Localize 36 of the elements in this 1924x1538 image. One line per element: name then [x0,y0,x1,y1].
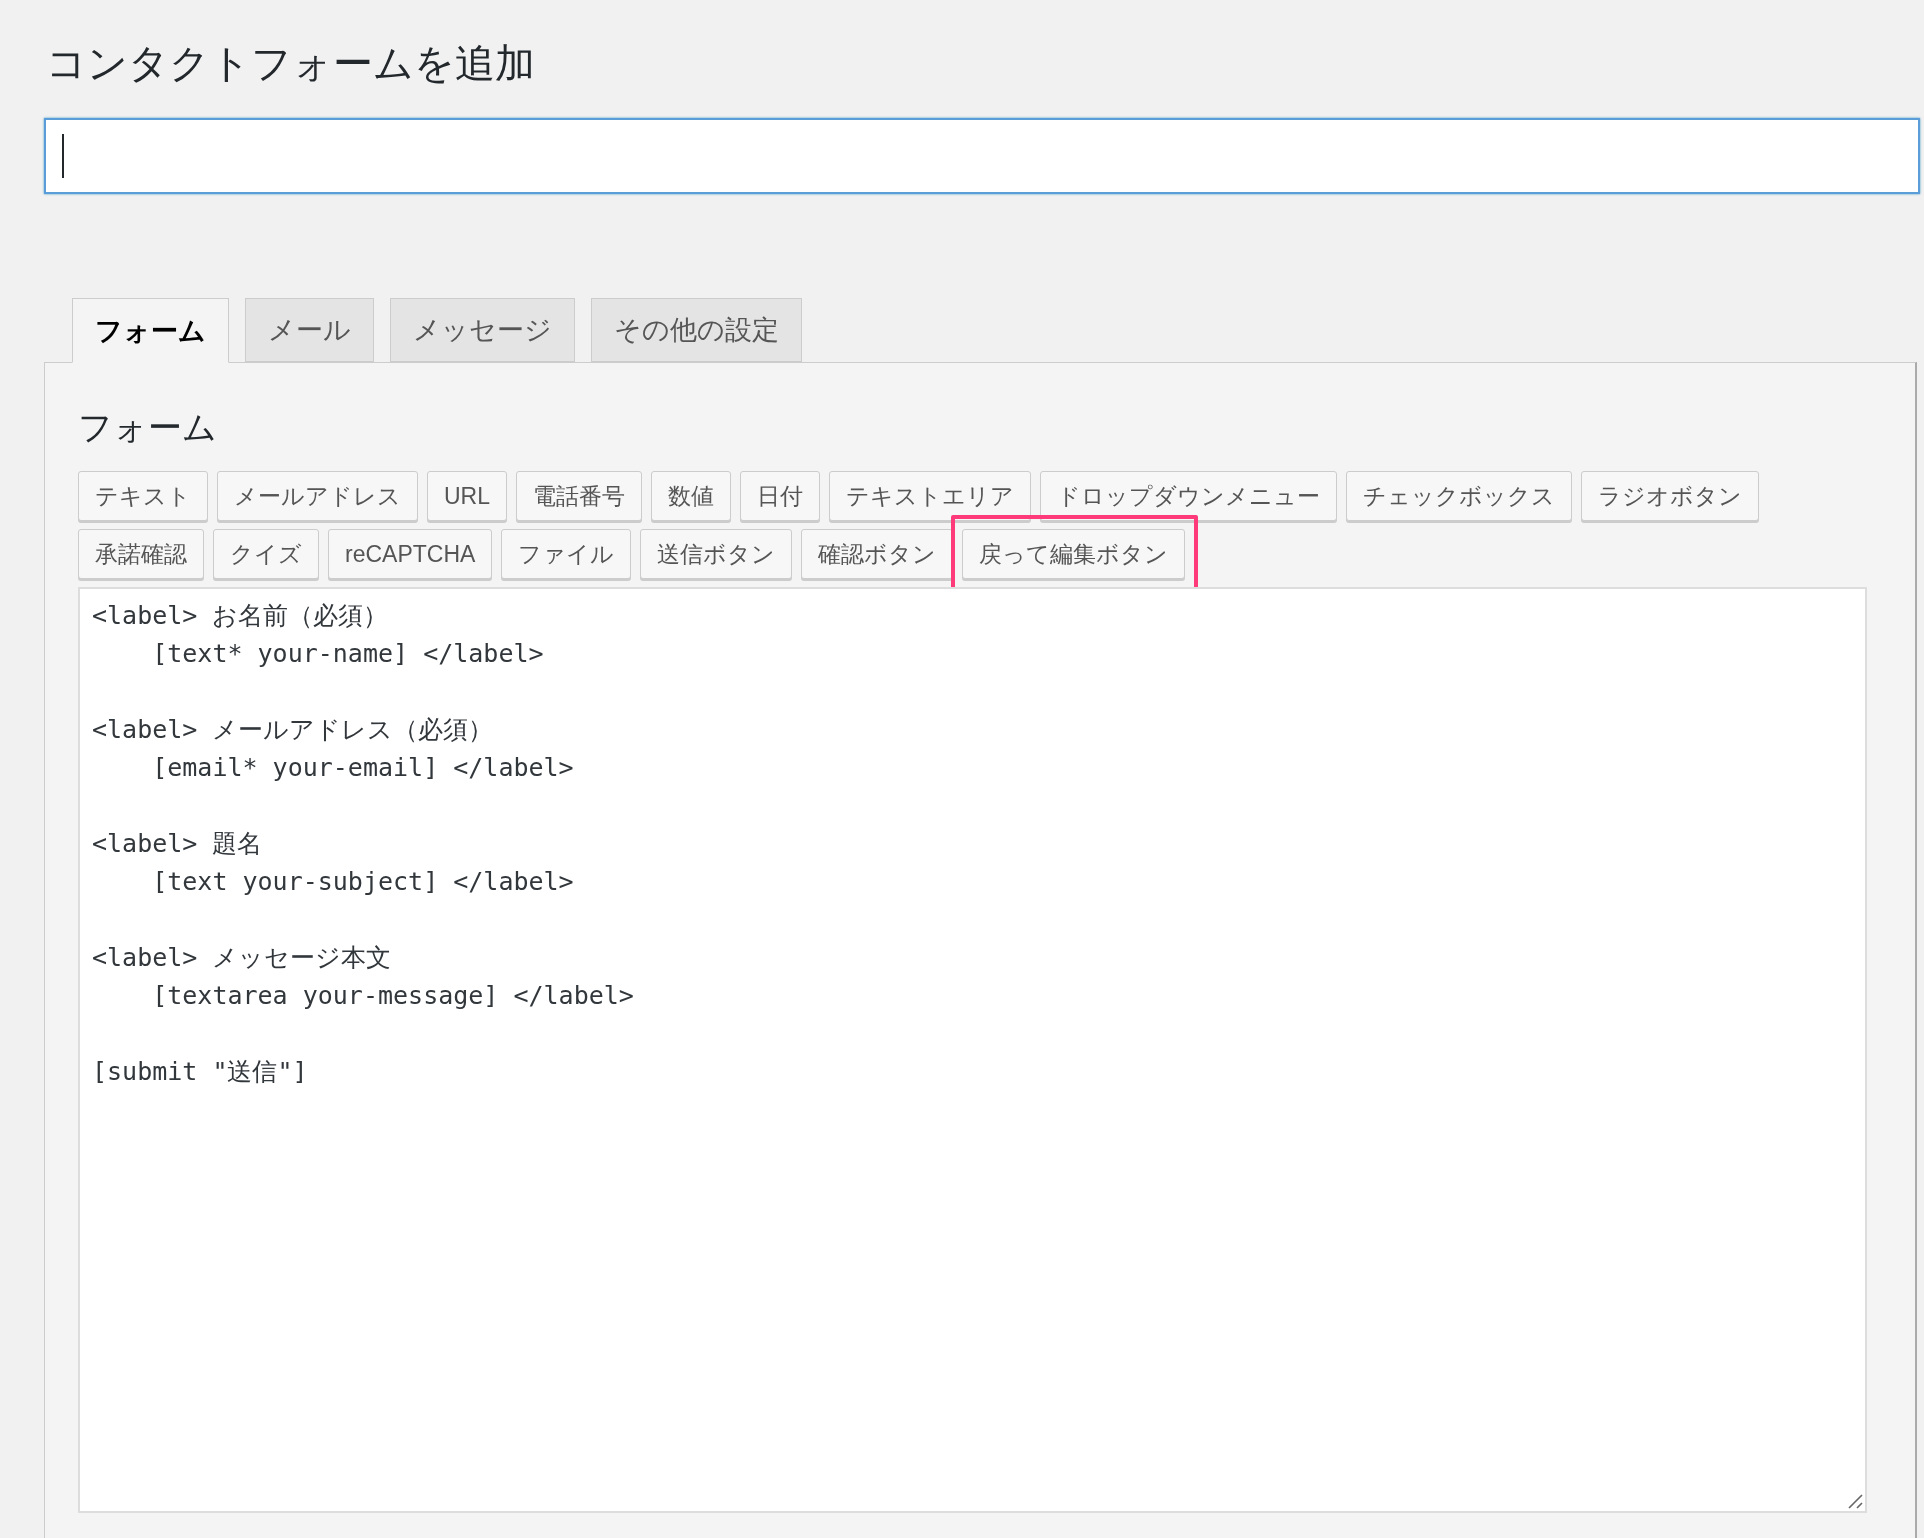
tag-button[interactable]: 数値 [651,471,731,521]
code-line: [submit "送信"] [92,1056,308,1088]
text-cursor [62,134,64,178]
code-line: <label> メールアドレス（必須） [92,714,494,746]
form-code-editor[interactable]: <label> お名前（必須） [text* your-name] </label> <label> メールアドレス（必須） [email* your-email] </label> <label> 題名 [text your-subject] </label> <label> メッセージ本文 [textarea your-message] </label> [submit "送信"] [78,587,1867,1513]
code-line: <label> 題名 [92,828,263,860]
tab[interactable]: メール [245,298,374,362]
code-line: <label> お名前（必須） [92,600,389,632]
code-line: [text* your-name] </label> [151,638,544,670]
tag-button[interactable]: 確認ボタン [801,529,954,579]
page-title: コンタクトフォームを追加 [45,40,535,87]
code-line: [text your-subject] </label> [151,866,574,898]
tag-button[interactable]: reCAPTCHA [328,529,493,579]
tag-button[interactable]: 承諾確認 [78,529,204,579]
tag-button[interactable]: クイズ [213,529,319,579]
tab[interactable]: フォーム [72,298,229,363]
tab[interactable]: メッセージ [390,298,575,362]
resize-handle-icon[interactable] [1848,1494,1863,1509]
tab[interactable]: その他の設定 [591,298,802,362]
tag-button[interactable]: ファイル [501,529,632,579]
code-line: [textarea your-message] </label> [151,980,634,1012]
code-line: <label> メッセージ本文 [92,942,392,974]
tag-button[interactable]: メールアドレス [217,471,418,521]
tag-button[interactable]: テキストエリア [829,471,1031,521]
tag-button[interactable]: チェックボックス [1346,471,1572,521]
tag-button[interactable]: 電話番号 [516,471,642,521]
tag-button[interactable]: 送信ボタン [640,529,793,579]
panel-heading: フォーム [78,407,217,447]
tag-button[interactable]: ラジオボタン [1581,471,1759,521]
title-input-field[interactable] [44,118,1920,194]
tag-button[interactable]: 日付 [740,471,820,521]
tag-button[interactable]: テキスト [78,471,208,521]
code-line: [email* your-email] </label> [151,752,574,784]
tag-button[interactable]: URL [427,471,507,521]
tag-button[interactable]: ドロップダウンメニュー [1040,471,1337,521]
tag-button[interactable]: 戻って編集ボタン [962,529,1186,579]
